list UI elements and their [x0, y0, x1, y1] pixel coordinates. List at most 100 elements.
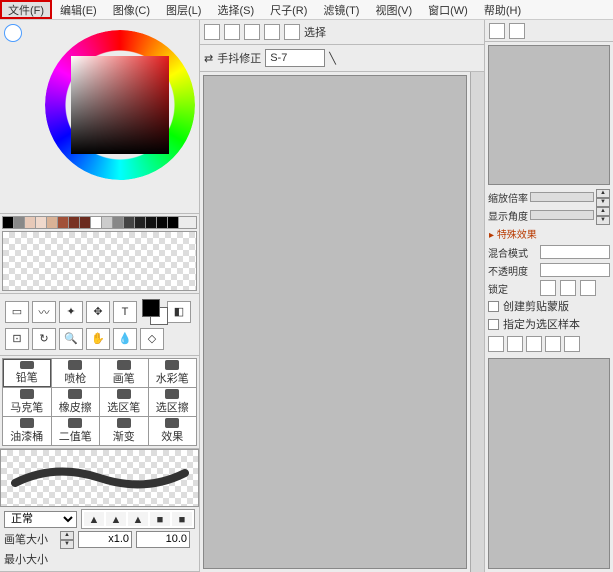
menu-layer[interactable]: 图层(L) — [158, 0, 209, 19]
curve-preset-0[interactable]: ▲ — [84, 512, 104, 526]
brush-size-spin[interactable]: ▲▼ — [60, 531, 74, 548]
merge-layer-button[interactable] — [545, 336, 561, 352]
zoom-icon[interactable]: 🔍 — [59, 328, 83, 350]
swap-icon[interactable]: ⇄ — [204, 52, 213, 65]
angle-slider[interactable] — [530, 210, 594, 220]
delete-layer-button[interactable] — [526, 336, 542, 352]
blend-mode-select[interactable]: 正常 — [4, 511, 77, 528]
curve-preset-1[interactable]: ▲ — [106, 512, 126, 526]
swap-fgbg-icon[interactable]: ◧ — [167, 301, 191, 323]
canvas[interactable] — [203, 75, 467, 569]
swatch[interactable] — [14, 217, 25, 228]
swatch[interactable] — [25, 217, 36, 228]
sel-btn-4[interactable] — [264, 24, 280, 40]
lock-btn-3[interactable] — [580, 280, 596, 296]
brush-铅笔[interactable]: 铅笔 — [3, 359, 51, 387]
swatch[interactable] — [69, 217, 80, 228]
swatch[interactable] — [157, 217, 168, 228]
clear-layer-button[interactable] — [564, 336, 580, 352]
new-layer-button[interactable] — [488, 336, 504, 352]
brush-水彩笔[interactable]: 水彩笔 — [149, 359, 197, 387]
menu-edit[interactable]: 编辑(E) — [52, 0, 105, 19]
swatch[interactable] — [146, 217, 157, 228]
menu-bar: 文件(F) 编辑(E) 图像(C) 图层(L) 选择(S) 尺子(R) 滤镜(T… — [0, 0, 613, 20]
hand-icon[interactable]: ✋ — [86, 328, 110, 350]
swatch[interactable] — [124, 217, 135, 228]
sel-btn-5[interactable] — [284, 24, 300, 40]
curve-preset-2[interactable]: ▲ — [128, 512, 148, 526]
text-icon[interactable]: T — [113, 301, 137, 323]
curve-preset-3[interactable]: ■ — [150, 512, 170, 526]
select-rect-icon[interactable]: ▭ — [5, 301, 29, 323]
menu-file[interactable]: 文件(F) — [0, 0, 52, 19]
swatch[interactable] — [36, 217, 47, 228]
assign-sel-checkbox[interactable] — [488, 319, 499, 330]
lasso-icon[interactable]: 〰 — [32, 301, 56, 323]
new-folder-button[interactable] — [507, 336, 523, 352]
opacity-field[interactable] — [540, 263, 610, 277]
menu-filter[interactable]: 滤镜(T) — [315, 0, 367, 19]
lock-btn-2[interactable] — [560, 280, 576, 296]
swatch[interactable] — [168, 217, 179, 228]
brush-画笔[interactable]: 画笔 — [100, 359, 148, 387]
menu-select[interactable]: 选择(S) — [209, 0, 262, 19]
nav-btn-2[interactable] — [509, 23, 525, 39]
swatch[interactable] — [80, 217, 91, 228]
swatch[interactable] — [91, 217, 102, 228]
clipping-checkbox[interactable] — [488, 301, 499, 312]
zoom-spin[interactable]: ▲▼ — [596, 189, 610, 206]
blend-field[interactable] — [540, 245, 610, 259]
color-panel — [0, 20, 199, 214]
navigator-thumb[interactable] — [488, 45, 610, 185]
move-icon[interactable]: ✥ — [86, 301, 110, 323]
menu-ruler[interactable]: 尺子(R) — [262, 0, 315, 19]
swatch[interactable] — [102, 217, 113, 228]
brush-渐变[interactable]: 渐变 — [100, 417, 148, 445]
swatch[interactable] — [3, 217, 14, 228]
swatch[interactable] — [58, 217, 69, 228]
brush-橡皮擦[interactable]: 橡皮擦 — [52, 388, 100, 416]
brush-size-value[interactable] — [136, 531, 190, 548]
menu-image[interactable]: 图像(C) — [105, 0, 158, 19]
canvas-panel: 选择 ⇄ 手抖修正 S-7 ╲ — [200, 20, 485, 572]
menu-view[interactable]: 视图(V) — [367, 0, 420, 19]
menu-help[interactable]: 帮助(H) — [476, 0, 529, 19]
stabilizer-dropdown[interactable]: S-7 — [265, 49, 325, 67]
brush-喷枪[interactable]: 喷枪 — [52, 359, 100, 387]
zoom-slider[interactable] — [530, 192, 594, 202]
layer-list[interactable] — [488, 358, 610, 569]
rotate-icon[interactable]: ↻ — [32, 328, 56, 350]
swatch[interactable] — [135, 217, 146, 228]
sel-btn-1[interactable] — [204, 24, 220, 40]
menu-window[interactable]: 窗口(W) — [420, 0, 476, 19]
curve-preset-4[interactable]: ■ — [172, 512, 192, 526]
lock-btn-1[interactable] — [540, 280, 556, 296]
sel-btn-2[interactable] — [224, 24, 240, 40]
color-mode-toggle[interactable] — [4, 24, 22, 42]
brush-油漆桶[interactable]: 油漆桶 — [3, 417, 51, 445]
brush-选区笔[interactable]: 选区笔 — [100, 388, 148, 416]
swatch[interactable] — [47, 217, 58, 228]
canvas-scrollbar[interactable] — [470, 72, 484, 572]
angle-spin[interactable]: ▲▼ — [596, 207, 610, 224]
effects-link[interactable]: 特殊效果 — [485, 224, 613, 243]
shape-icon[interactable]: ◇ — [140, 328, 164, 350]
brush-效果[interactable]: 效果 — [149, 417, 197, 445]
brush-选区擦[interactable]: 选区擦 — [149, 388, 197, 416]
brush-size-mult[interactable] — [78, 531, 132, 548]
swatch-grid[interactable] — [2, 231, 197, 291]
brush-props: 正常 ▲▲▲■■ 画笔大小 ▲▼ 最小大小 — [0, 507, 199, 572]
crop-icon[interactable]: ⊡ — [5, 328, 29, 350]
blend-label: 混合模式 — [488, 245, 536, 260]
swatch[interactable] — [113, 217, 124, 228]
brush-马克笔[interactable]: 马克笔 — [3, 388, 51, 416]
magic-wand-icon[interactable]: ✦ — [59, 301, 83, 323]
zoom-label: 缩放倍率 — [488, 190, 528, 205]
brush-二值笔[interactable]: 二值笔 — [52, 417, 100, 445]
nav-btn-1[interactable] — [489, 23, 505, 39]
fg-bg-color[interactable] — [142, 299, 168, 325]
eyedropper-icon[interactable]: 💧 — [113, 328, 137, 350]
sv-box[interactable] — [71, 56, 169, 154]
sel-btn-3[interactable] — [244, 24, 260, 40]
brush-min-size-label: 最小大小 — [4, 551, 56, 567]
